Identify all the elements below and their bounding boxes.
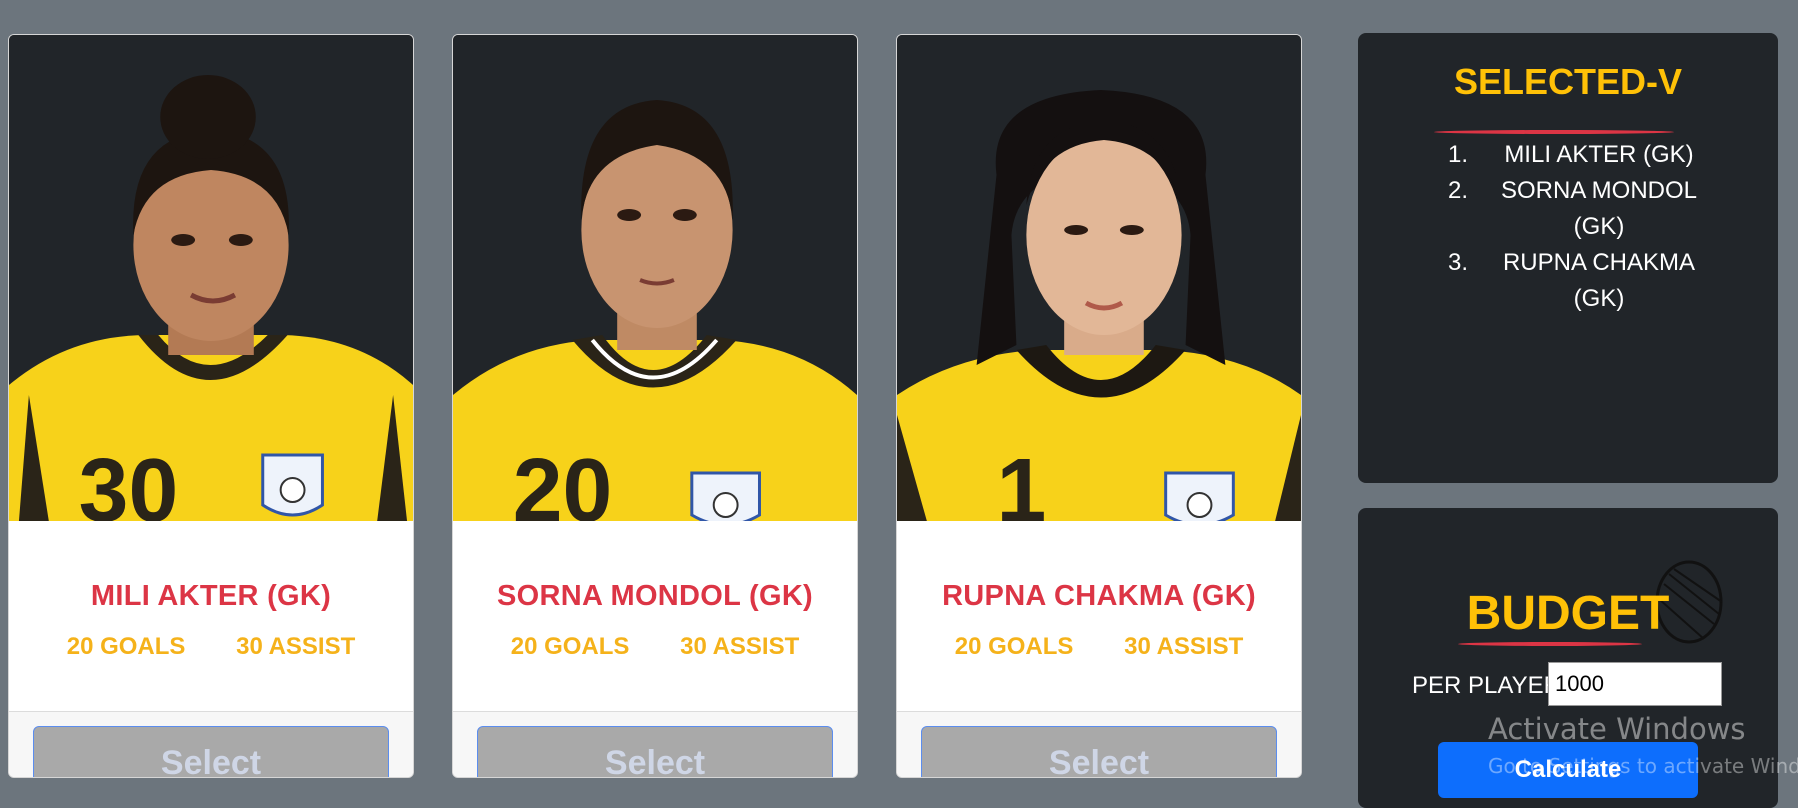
player-card: 1 RUPNA CHAKMA (GK) 20 GOALS 30 ASSIST S… [896, 34, 1302, 778]
jersey-number: 30 [79, 441, 179, 521]
selected-title: SELECTED-V [1453, 61, 1683, 102]
select-button[interactable]: Select [33, 726, 389, 777]
jersey-number: 1 [997, 441, 1047, 521]
list-item-number: 3. [1448, 249, 1469, 276]
player-goals: 20 GOALS [510, 633, 630, 660]
player-photo: 30 [9, 35, 413, 521]
player-goals: 20 GOALS [954, 633, 1074, 660]
list-item-label: RUPNA CHAKMA (GK) [1502, 249, 1696, 312]
title-underline [1434, 130, 1674, 134]
activate-windows-subtext: Go to Settings to activate Windows. [1488, 754, 1798, 778]
list-item: 1. MILI AKTER (GK) [1448, 137, 1708, 173]
card-footer: Select [9, 711, 413, 777]
list-item-number: 1. [1448, 141, 1469, 168]
player-card: 20 SORNA MONDOL (GK) 20 GOALS 30 ASSIST … [452, 34, 858, 778]
player-assist: 30 ASSIST [680, 633, 800, 660]
budget-title: BUDGET [1466, 587, 1670, 640]
list-item-label: MILI AKTER (GK) [1504, 141, 1694, 168]
list-item: 3. RUPNA CHAKMA (GK) [1448, 245, 1708, 317]
player-card: 30 MILI AKTER (GK) 20 GOALS 30 ASSIST Se… [8, 34, 414, 778]
per-player-input[interactable] [1548, 662, 1722, 706]
player-assist: 30 ASSIST [236, 633, 356, 660]
player-name: SORNA MONDOL (GK) [496, 580, 814, 612]
card-footer: Select [453, 711, 857, 777]
player-stats: 20 GOALS 30 ASSIST [9, 633, 413, 661]
player-stats: 20 GOALS 30 ASSIST [453, 633, 857, 661]
player-assist: 30 ASSIST [1124, 633, 1244, 660]
selected-list: 1. MILI AKTER (GK) 2. SORNA MONDOL (GK) … [1448, 137, 1708, 317]
select-button[interactable]: Select [921, 726, 1277, 777]
player-photo: 1 [897, 35, 1301, 521]
list-item: 2. SORNA MONDOL (GK) [1448, 173, 1708, 245]
card-footer: Select [897, 711, 1301, 777]
player-photo: 20 [453, 35, 857, 521]
player-name: MILI AKTER (GK) [90, 580, 332, 612]
per-player-label: PER PLAYER: [1412, 672, 1568, 699]
list-item-label: SORNA MONDOL (GK) [1500, 177, 1698, 240]
activate-windows-watermark: Activate Windows [1488, 712, 1746, 746]
jersey-number: 20 [513, 441, 613, 521]
selected-panel: SELECTED-V 1. MILI AKTER (GK) 2. SORNA M… [1358, 33, 1778, 483]
select-button[interactable]: Select [477, 726, 833, 777]
title-underline [1458, 642, 1642, 646]
player-stats: 20 GOALS 30 ASSIST [897, 633, 1301, 661]
list-item-number: 2. [1448, 177, 1469, 204]
player-goals: 20 GOALS [66, 633, 186, 660]
player-name: RUPNA CHAKMA (GK) [942, 580, 1256, 612]
